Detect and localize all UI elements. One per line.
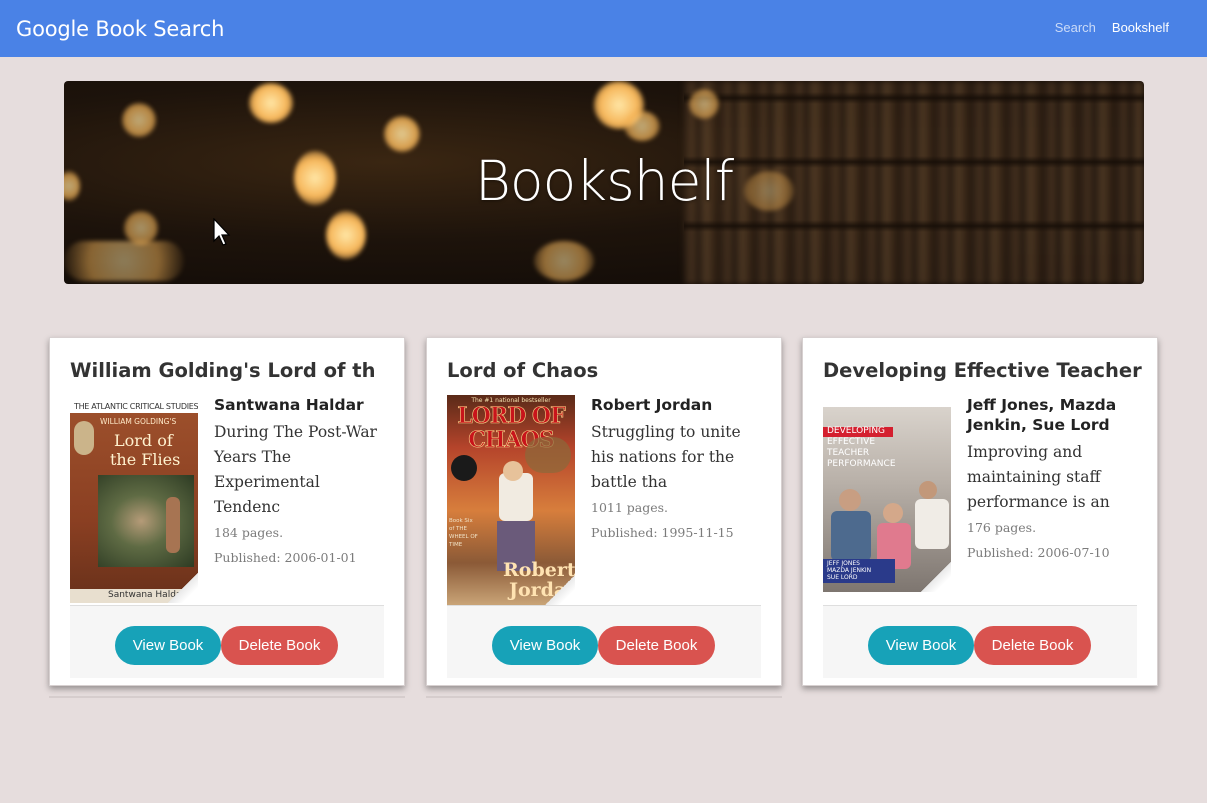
- divider: [426, 696, 782, 698]
- cover-title-line1: DEVELOPING: [827, 426, 886, 436]
- view-book-button[interactable]: View Book: [115, 626, 221, 665]
- nav-link-bookshelf[interactable]: Bookshelf: [1112, 20, 1169, 35]
- delete-book-button[interactable]: Delete Book: [221, 626, 338, 665]
- book-info: Robert Jordan Struggling to unite his na…: [591, 395, 763, 545]
- book-description: Improving and maintaining staff performa…: [967, 443, 1110, 511]
- cover-authors-line3: SUE LORD: [827, 574, 858, 581]
- mouse-pointer-icon: [213, 218, 231, 246]
- book-title: Lord of Chaos: [447, 359, 599, 382]
- cover-subtitle: William Golding's: [100, 417, 177, 426]
- book-author: Jeff Jones, Mazda Jenkin, Sue Lord: [967, 396, 1117, 434]
- book-title: Developing Effective Teacher: [823, 359, 1142, 382]
- book-published: Published: 2006-07-10: [967, 545, 1110, 560]
- bokeh-light: [534, 241, 594, 281]
- view-book-button[interactable]: View Book: [492, 626, 598, 665]
- hero-title: Bookshelf: [474, 149, 734, 213]
- bokeh-light: [122, 103, 156, 137]
- book-pages: 176 pages.: [967, 520, 1037, 535]
- card-footer: View Book Delete Book: [823, 605, 1137, 678]
- cover-title-line3: TEACHER: [827, 448, 870, 458]
- bokeh-light: [249, 83, 293, 123]
- book-cover-image[interactable]: DEVELOPING EFFECTIVE TEACHER PERFORMANCE…: [823, 407, 951, 592]
- cover-title-line2: EFFECTIVE: [827, 437, 876, 447]
- book-card: Developing Effective Teacher DEVELOPING …: [802, 337, 1158, 686]
- book-published: Published: 2006-01-01: [214, 550, 357, 565]
- book-description: Struggling to unite his nations for the …: [591, 423, 741, 491]
- book-author: Robert Jordan: [591, 396, 713, 414]
- book-published: Published: 1995-11-15: [591, 525, 734, 540]
- book-pages: 184 pages.: [214, 525, 284, 540]
- bokeh-light: [124, 211, 158, 245]
- cover-authors-line2: MAZDA JENKIN: [827, 567, 872, 574]
- book-author: Santwana Haldar: [214, 396, 364, 414]
- brand-title[interactable]: Google Book Search: [16, 15, 224, 43]
- cover-title-line4: PERFORMANCE: [827, 459, 896, 469]
- cover-title-line1: LORD OF: [457, 403, 566, 430]
- nav-links: Search Bookshelf: [1055, 20, 1169, 35]
- bokeh-light: [326, 211, 366, 259]
- book-info: Santwana Haldar During The Post-War Year…: [214, 395, 386, 570]
- delete-book-button[interactable]: Delete Book: [598, 626, 715, 665]
- page-curl: [545, 575, 575, 605]
- book-pages: 1011 pages.: [591, 500, 669, 515]
- delete-book-button[interactable]: Delete Book: [974, 626, 1091, 665]
- book-info: Jeff Jones, Mazda Jenkin, Sue Lord Impro…: [967, 395, 1139, 565]
- book-card: Lord of Chaos The #1 national bestseller…: [426, 337, 782, 686]
- cover-series-text: The Atlantic Critical Studies: [74, 402, 198, 411]
- navbar: Google Book Search Search Bookshelf: [0, 0, 1207, 57]
- book-cover-image[interactable]: The #1 national bestseller LORD OF CHAOS…: [447, 395, 575, 605]
- bokeh-light: [64, 241, 184, 281]
- page-curl: [168, 573, 198, 603]
- cover-title-line1: Lord of: [114, 431, 173, 450]
- hero-banner: Bookshelf: [64, 81, 1144, 284]
- nav-link-search[interactable]: Search: [1055, 20, 1096, 35]
- book-title: William Golding's Lord of th: [70, 359, 376, 382]
- divider: [49, 696, 405, 698]
- view-book-button[interactable]: View Book: [868, 626, 974, 665]
- bokeh-light: [624, 111, 660, 141]
- book-cover-image[interactable]: The Atlantic Critical Studies William Go…: [70, 397, 198, 603]
- book-description: During The Post-War Years The Experiment…: [214, 423, 377, 516]
- card-footer: View Book Delete Book: [447, 605, 761, 678]
- page-curl: [921, 562, 951, 592]
- bokeh-light: [384, 116, 420, 152]
- cover-title-line2: the Flies: [110, 450, 181, 469]
- book-card: William Golding's Lord of th The Atlanti…: [49, 337, 405, 686]
- cover-side-text: Book Six of THE WHEEL OF TIME: [449, 518, 478, 548]
- cover-authors-line1: JEFF JONES: [827, 560, 860, 567]
- card-footer: View Book Delete Book: [70, 605, 384, 678]
- bokeh-light: [689, 89, 719, 119]
